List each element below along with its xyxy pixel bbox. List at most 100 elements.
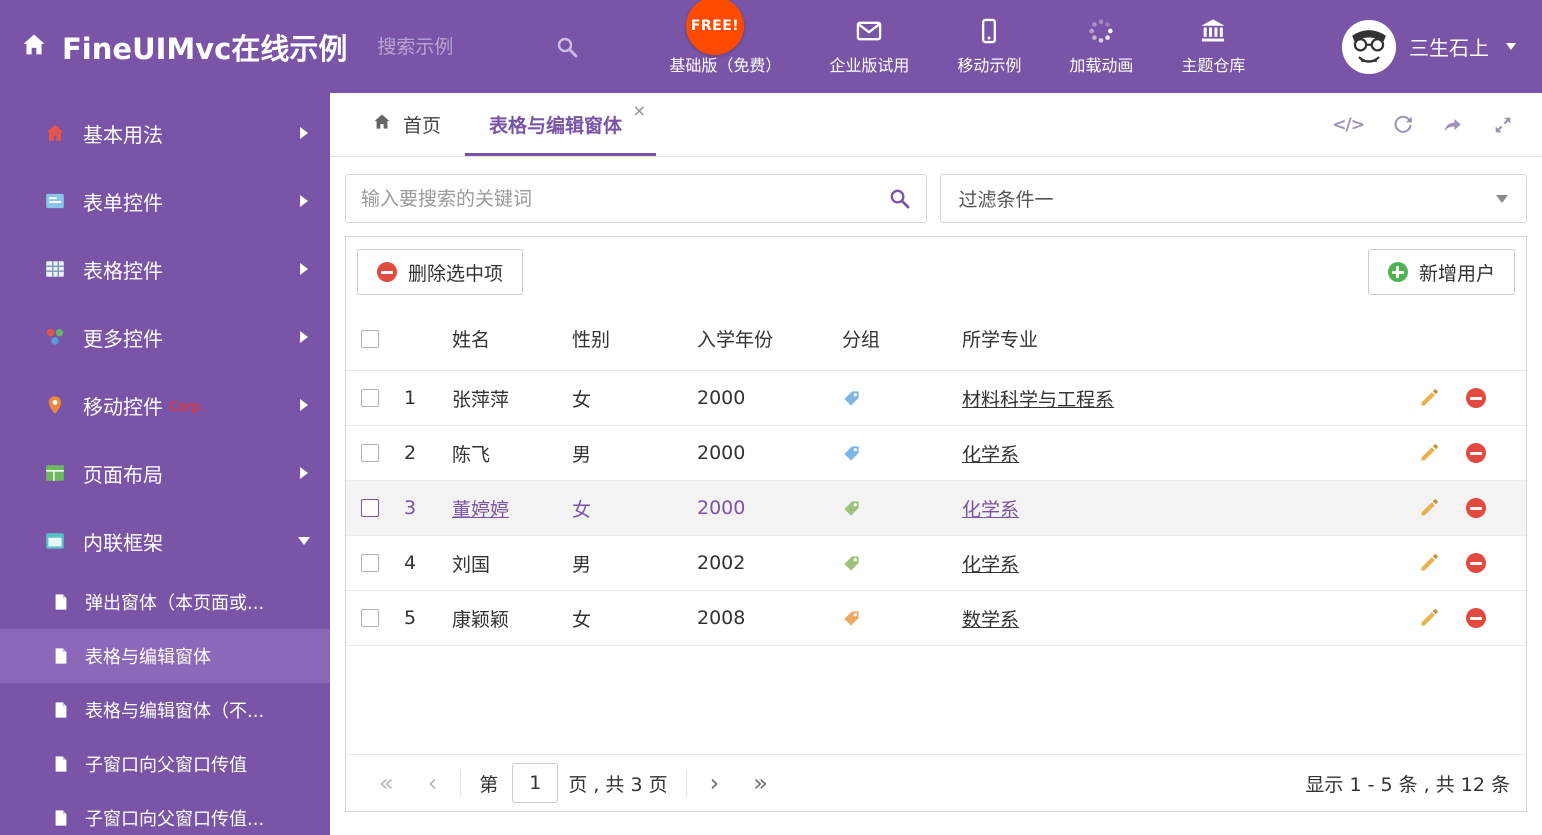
next-page-button[interactable]: › (693, 771, 737, 795)
row-number: 1 (404, 387, 417, 409)
cell-name: 刘国 (452, 553, 491, 576)
close-icon[interactable]: × (633, 101, 646, 120)
cell-group (842, 444, 962, 463)
chevron-right-icon (300, 331, 308, 343)
row-checkbox[interactable] (361, 389, 379, 407)
sidebar-item-label: 表格控件 (83, 258, 163, 283)
sidebar-subitem-label: 弹出窗体（本页面或... (85, 593, 265, 614)
nav-mobile-demo[interactable]: 移动示例 (933, 17, 1045, 76)
sidebar-subitem-child-to-parent[interactable]: 子窗口向父窗口传值 (0, 737, 330, 791)
search-icon[interactable] (888, 187, 911, 210)
table-row[interactable]: 2 陈飞 男 2000 化学系 (346, 426, 1526, 481)
table-row-selected[interactable]: 3 董婷婷 女 2000 化学系 (346, 481, 1526, 536)
brand[interactable]: FineUIMvc在线示例 (20, 26, 347, 68)
select-all-checkbox[interactable] (361, 329, 379, 348)
sidebar-subitem-grid-edit-window-2[interactable]: 表格与编辑窗体（不... (0, 683, 330, 737)
header-search (377, 35, 579, 59)
major-link[interactable]: 数学系 (962, 609, 1019, 631)
sidebar-item-basic-usage[interactable]: 基本用法 (0, 99, 330, 167)
sidebar-item-more-controls[interactable]: 更多控件 (0, 303, 330, 371)
sidebar-item-inline-frame[interactable]: 内联框架 (0, 507, 330, 575)
sidebar-item-form-controls[interactable]: 表单控件 (0, 167, 330, 235)
form-icon (44, 190, 66, 212)
minus-circle-icon (377, 262, 397, 282)
edit-pencil-icon[interactable] (1419, 608, 1439, 628)
prev-page-button[interactable]: ‹ (411, 771, 455, 795)
nav-enterprise-trial[interactable]: 企业版试用 (805, 17, 933, 76)
column-group: 分组 (842, 329, 881, 351)
nav-loading-animation[interactable]: 加载动画 (1045, 17, 1157, 76)
first-page-button[interactable]: « (362, 771, 411, 795)
sidebar-subitem-popup-window[interactable]: 弹出窗体（本页面或... (0, 575, 330, 629)
last-page-button[interactable]: » (736, 771, 785, 795)
chevron-right-icon (300, 195, 308, 207)
header-search-input[interactable] (377, 35, 528, 58)
major-link[interactable]: 化学系 (962, 444, 1019, 466)
cell-name: 陈飞 (452, 443, 491, 466)
cell-major: 化学系 (962, 440, 1381, 467)
delete-selected-button[interactable]: 删除选中项 (357, 249, 524, 295)
cell-actions (1381, 498, 1526, 518)
sidebar-item-mobile-controls[interactable]: 移动控件 Corp. (0, 371, 330, 439)
major-link[interactable]: 材料科学与工程系 (962, 389, 1114, 411)
sidebar-subitem-grid-edit-window[interactable]: 表格与编辑窗体 (0, 629, 330, 683)
cell-group (842, 389, 962, 408)
grid-panel: 删除选中项 新增用户 姓名 性别 入学年份 分组 所学专业 1 张萍萍 女 20… (345, 236, 1527, 812)
keyword-search-input[interactable] (361, 187, 888, 210)
edit-pencil-icon[interactable] (1419, 498, 1439, 518)
row-checkbox[interactable] (361, 609, 379, 627)
sidebar-subitem-label: 子窗口向父窗口传值... (85, 809, 265, 830)
major-link[interactable]: 化学系 (962, 554, 1019, 576)
user-menu[interactable]: 三生石上 (1342, 19, 1516, 74)
page-number-input[interactable] (512, 763, 559, 803)
app-root: FineUIMvc在线示例 FREE! 基础版（免费） 企业版试用 (0, 0, 1542, 835)
table-row[interactable]: 1 张萍萍 女 2000 材料科学与工程系 (346, 371, 1526, 426)
source-code-icon[interactable]: </> (1332, 115, 1365, 135)
edit-pencil-icon[interactable] (1419, 388, 1439, 408)
delete-row-icon[interactable] (1466, 608, 1486, 628)
delete-row-icon[interactable] (1466, 553, 1486, 573)
envelope-icon (855, 17, 883, 45)
tag-icon (842, 444, 861, 463)
sidebar-item-label: 页面布局 (83, 462, 163, 487)
tab-grid-edit-window[interactable]: 表格与编辑窗体 × (465, 93, 656, 156)
table-row[interactable]: 5 康颖颖 女 2008 数学系 (346, 591, 1526, 646)
row-checkbox[interactable] (361, 444, 379, 462)
nav-label: 加载动画 (1069, 56, 1134, 75)
delete-row-icon[interactable] (1466, 388, 1486, 408)
frame-icon (44, 530, 66, 552)
file-icon (52, 700, 70, 720)
tag-icon (842, 554, 861, 573)
refresh-icon[interactable] (1392, 114, 1414, 136)
blocks-icon (44, 326, 66, 348)
sidebar-subitem-child-to-parent-2[interactable]: 子窗口向父窗口传值... (0, 791, 330, 835)
page-total-label: 页 , 共 3 页 (568, 773, 668, 796)
sidebar-item-page-layout[interactable]: 页面布局 (0, 439, 330, 507)
app-header: FineUIMvc在线示例 FREE! 基础版（免费） 企业版试用 (0, 0, 1542, 93)
open-new-window-icon[interactable] (1442, 114, 1464, 136)
cell-gender: 女 (572, 388, 592, 411)
edit-pencil-icon[interactable] (1419, 553, 1439, 573)
sidebar: 基本用法 表单控件 表格控件 更多控件 移动控件 Corp. 页面布局 内联框架… (0, 93, 330, 835)
nav-theme-store[interactable]: 主题仓库 (1157, 17, 1269, 76)
sidebar-item-label: 内联框架 (83, 530, 163, 555)
delete-row-icon[interactable] (1466, 443, 1486, 463)
major-link[interactable]: 化学系 (962, 499, 1019, 521)
search-icon[interactable] (555, 35, 579, 59)
table-row[interactable]: 4 刘国 男 2002 化学系 (346, 536, 1526, 591)
avatar (1342, 19, 1396, 74)
row-checkbox[interactable] (361, 554, 379, 572)
sidebar-item-grid-controls[interactable]: 表格控件 (0, 235, 330, 303)
sidebar-item-label: 表单控件 (83, 190, 163, 215)
row-checkbox[interactable] (361, 499, 379, 517)
add-user-button[interactable]: 新增用户 (1367, 249, 1515, 295)
cell-actions (1381, 388, 1526, 408)
row-number: 2 (404, 442, 417, 464)
tag-icon (842, 499, 861, 518)
delete-row-icon[interactable] (1466, 498, 1486, 518)
edit-pencil-icon[interactable] (1419, 443, 1439, 463)
tab-home[interactable]: 首页 (348, 93, 465, 156)
expand-icon[interactable] (1492, 114, 1514, 136)
filter-dropdown[interactable]: 过滤条件一 (939, 174, 1527, 223)
name-link[interactable]: 董婷婷 (452, 499, 509, 521)
